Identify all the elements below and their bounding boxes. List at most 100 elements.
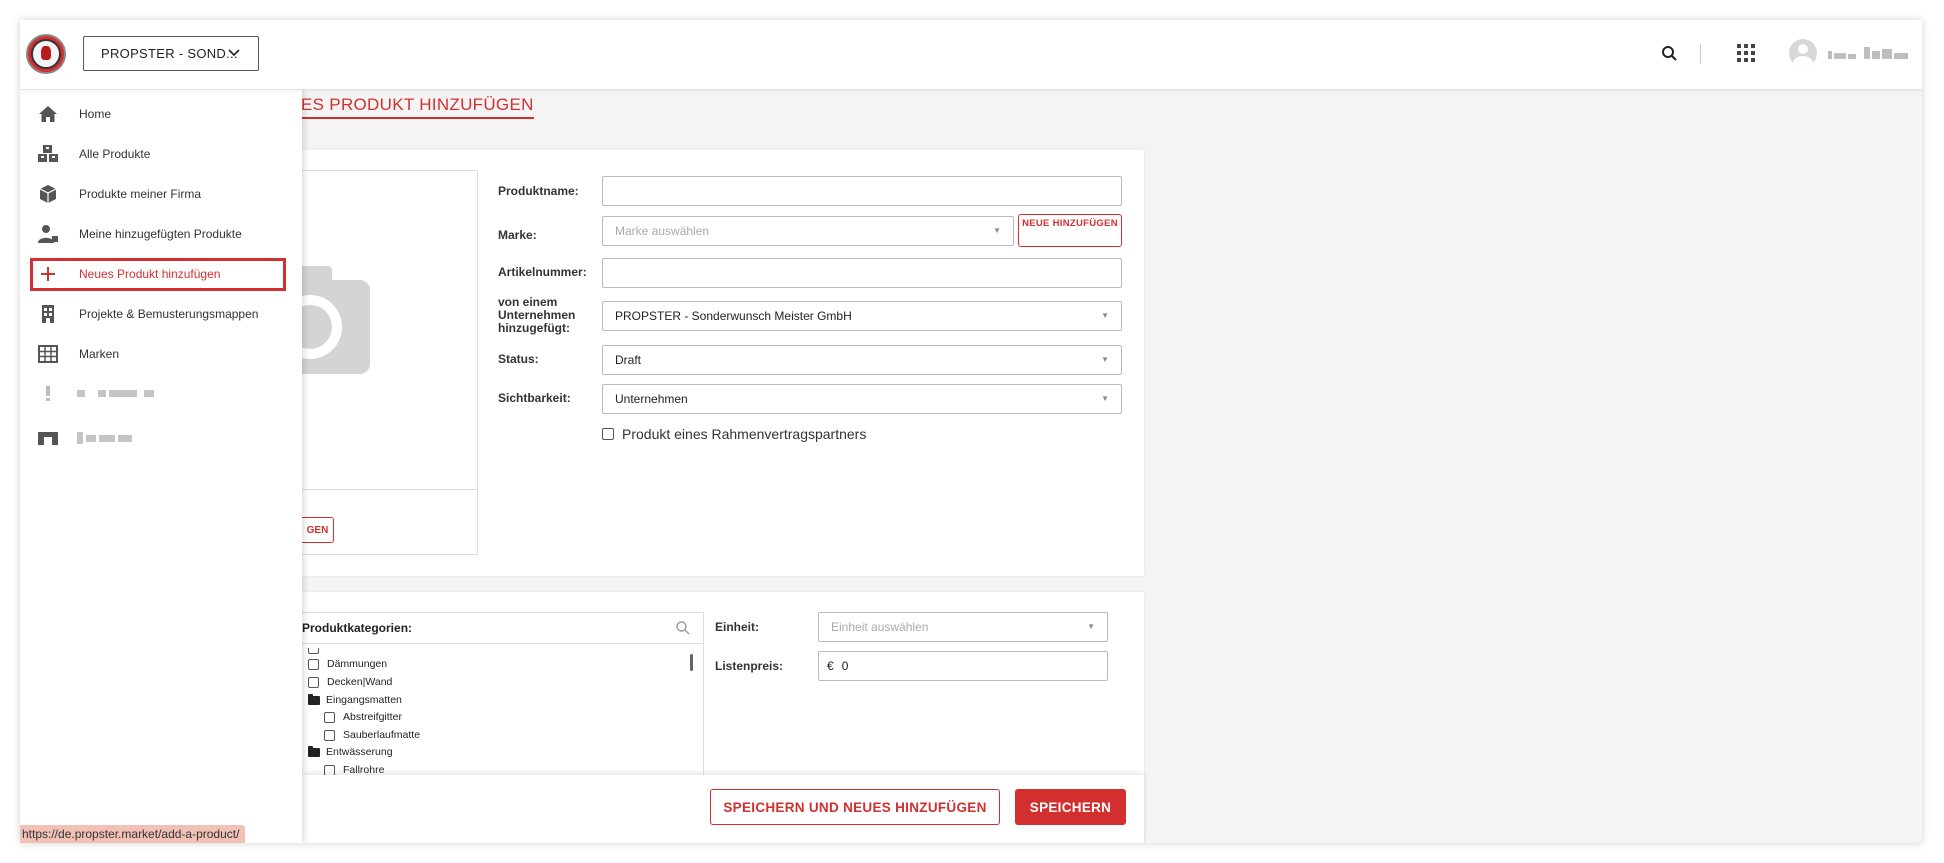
- category-label: Eingangsmatten: [326, 694, 402, 706]
- category-checkbox[interactable]: [324, 711, 335, 723]
- company-logo[interactable]: [26, 34, 66, 74]
- sichtbarkeit-select[interactable]: Unternehmen ▼: [602, 384, 1122, 414]
- image-upload-area[interactable]: GEN: [252, 170, 478, 555]
- sidebar-item-redacted-1[interactable]: [30, 378, 286, 410]
- redacted-label: [77, 390, 154, 397]
- sidebar-item-alle-produkte[interactable]: Alle Produkte: [30, 138, 286, 170]
- einheit-label: Einheit:: [715, 620, 759, 634]
- sidebar-item-meine-produkte[interactable]: Meine hinzugefügten Produkte: [30, 218, 286, 250]
- marke-label: Marke:: [498, 228, 537, 242]
- company-select-value: PROPSTER - SOND...: [101, 46, 238, 61]
- tree-item[interactable]: Abstreifgitter: [324, 711, 402, 723]
- top-header: PROPSTER - SOND...: [20, 20, 1922, 90]
- sidebar-item-home[interactable]: Home: [30, 98, 286, 130]
- dropdown-caret-icon: ▼: [1087, 622, 1095, 631]
- tree-item-partial: [308, 648, 327, 654]
- category-checkbox[interactable]: [324, 729, 335, 741]
- category-checkbox[interactable]: [308, 676, 319, 688]
- produktname-label: Produktname:: [498, 184, 579, 198]
- grid-icon: [36, 344, 60, 364]
- sidebar-item-produkte-meiner-firma[interactable]: Produkte meiner Firma: [30, 178, 286, 210]
- search-icon[interactable]: [675, 620, 691, 636]
- einheit-placeholder: Einheit auswählen: [831, 620, 929, 634]
- sidebar-item-neues-produkt[interactable]: Neues Produkt hinzufügen: [30, 258, 286, 291]
- tree-item[interactable]: Decken|Wand: [308, 676, 392, 688]
- boxes-icon: [36, 144, 60, 164]
- apps-grid-icon[interactable]: [1737, 44, 1755, 62]
- user-avatar[interactable]: [1789, 39, 1817, 67]
- sidebar-item-redacted-2[interactable]: [30, 422, 286, 454]
- search-icon[interactable]: [1660, 44, 1680, 64]
- category-label: Dämmungen: [327, 658, 388, 670]
- save-button[interactable]: SPEICHERN: [1015, 789, 1126, 825]
- listenpreis-value: 0: [841, 659, 849, 673]
- unternehmen-value: PROPSTER - Sonderwunsch Meister GmbH: [615, 309, 852, 323]
- unternehmen-label: von einem Unternehmen hinzugefügt:: [498, 295, 576, 335]
- dropdown-caret-icon: ▼: [993, 226, 1001, 235]
- category-label: Decken|Wand: [327, 676, 393, 688]
- folder-icon: [308, 693, 320, 705]
- marke-select[interactable]: Marke auswählen ▼: [602, 216, 1014, 246]
- dropdown-caret-icon: ▼: [1101, 311, 1109, 320]
- sidebar-item-marken[interactable]: Marken: [30, 338, 286, 370]
- category-header: Produktkategorien:: [302, 613, 703, 644]
- einheit-select[interactable]: Einheit auswählen ▼: [818, 612, 1108, 642]
- marke-placeholder: Marke auswählen: [615, 224, 710, 238]
- company-select[interactable]: PROPSTER - SOND...: [83, 36, 259, 71]
- dropdown-caret-icon: ▼: [1101, 394, 1109, 403]
- currency-symbol: €: [827, 659, 834, 673]
- tree-item[interactable]: Sauberlaufmatte: [324, 729, 420, 741]
- app-window: PROPSTER - SOND... Home Alle Produkte Pr…: [20, 20, 1922, 843]
- sidebar-item-label: Marken: [79, 347, 120, 361]
- save-and-new-button[interactable]: SPEICHERN UND NEUES HINZUFÜGEN: [710, 789, 1000, 825]
- unternehmen-select[interactable]: PROPSTER - Sonderwunsch Meister GmbH ▼: [602, 301, 1122, 331]
- status-value: Draft: [615, 353, 642, 367]
- sidebar-item-projekte[interactable]: Projekte & Bemusterungsmappen: [30, 298, 286, 330]
- sidebar-menu: Home Alle Produkte Produkte meiner Firma…: [20, 90, 302, 843]
- redacted-icon: [36, 428, 60, 448]
- dropdown-caret-icon: ▼: [1101, 355, 1109, 364]
- listenpreis-input[interactable]: € 0: [818, 651, 1108, 681]
- category-label: Sauberlaufmatte: [343, 729, 421, 741]
- category-checkbox[interactable]: [308, 658, 319, 670]
- page-title: ES PRODUKT HINZUFÜGEN: [301, 95, 534, 119]
- category-header-label: Produktkategorien:: [302, 621, 413, 635]
- category-checkbox[interactable]: [324, 764, 335, 776]
- status-label: Status:: [498, 352, 539, 366]
- tree-item[interactable]: Entwässerung: [308, 745, 393, 758]
- tree-item[interactable]: Dämmungen: [308, 658, 387, 670]
- sidebar-item-label: Home: [79, 107, 112, 121]
- header-divider: [1700, 44, 1701, 64]
- sidebar-item-label: Alle Produkte: [79, 147, 151, 161]
- add-brand-button[interactable]: NEUE HINZUFÜGEN: [1018, 214, 1122, 247]
- sidebar-item-label: Produkte meiner Firma: [79, 187, 202, 201]
- produktname-input[interactable]: [602, 176, 1122, 206]
- artikelnummer-label: Artikelnummer:: [498, 265, 587, 279]
- image-divider: [302, 489, 477, 490]
- rahmenvertrag-row[interactable]: Produkt eines Rahmenvertragspartners: [602, 426, 866, 442]
- user-name-redacted[interactable]: [1828, 47, 1908, 59]
- rahmenvertrag-label: Produkt eines Rahmenvertragspartners: [622, 426, 867, 442]
- category-scrollbar[interactable]: [690, 654, 693, 671]
- box-icon: [36, 184, 60, 204]
- action-bar: SPEICHERN UND NEUES HINZUFÜGEN SPEICHERN: [302, 775, 1144, 843]
- building-icon: [36, 304, 60, 324]
- camera-icon: [252, 266, 372, 374]
- sidebar-item-label: Meine hinzugefügten Produkte: [79, 227, 242, 241]
- product-form-card: GEN Produktname: Marke: Marke auswählen …: [252, 150, 1144, 576]
- folder-icon: [308, 745, 320, 757]
- user-icon: [36, 224, 60, 244]
- artikelnummer-input[interactable]: [602, 258, 1122, 288]
- category-label: Abstreifgitter: [343, 711, 402, 723]
- tree-item[interactable]: Eingangsmatten: [308, 693, 402, 706]
- chevron-down-icon: [228, 46, 240, 60]
- sidebar-item-label: Projekte & Bemusterungsmappen: [79, 307, 259, 321]
- category-label: Entwässerung: [326, 746, 393, 758]
- sichtbarkeit-label: Sichtbarkeit:: [498, 391, 571, 405]
- upload-image-button[interactable]: GEN: [302, 517, 334, 543]
- redacted-label: [77, 432, 132, 444]
- sichtbarkeit-value: Unternehmen: [615, 392, 688, 406]
- status-select[interactable]: Draft ▼: [602, 345, 1122, 375]
- rahmenvertrag-checkbox[interactable]: [602, 428, 614, 440]
- sidebar-item-label: Neues Produkt hinzufügen: [79, 267, 221, 281]
